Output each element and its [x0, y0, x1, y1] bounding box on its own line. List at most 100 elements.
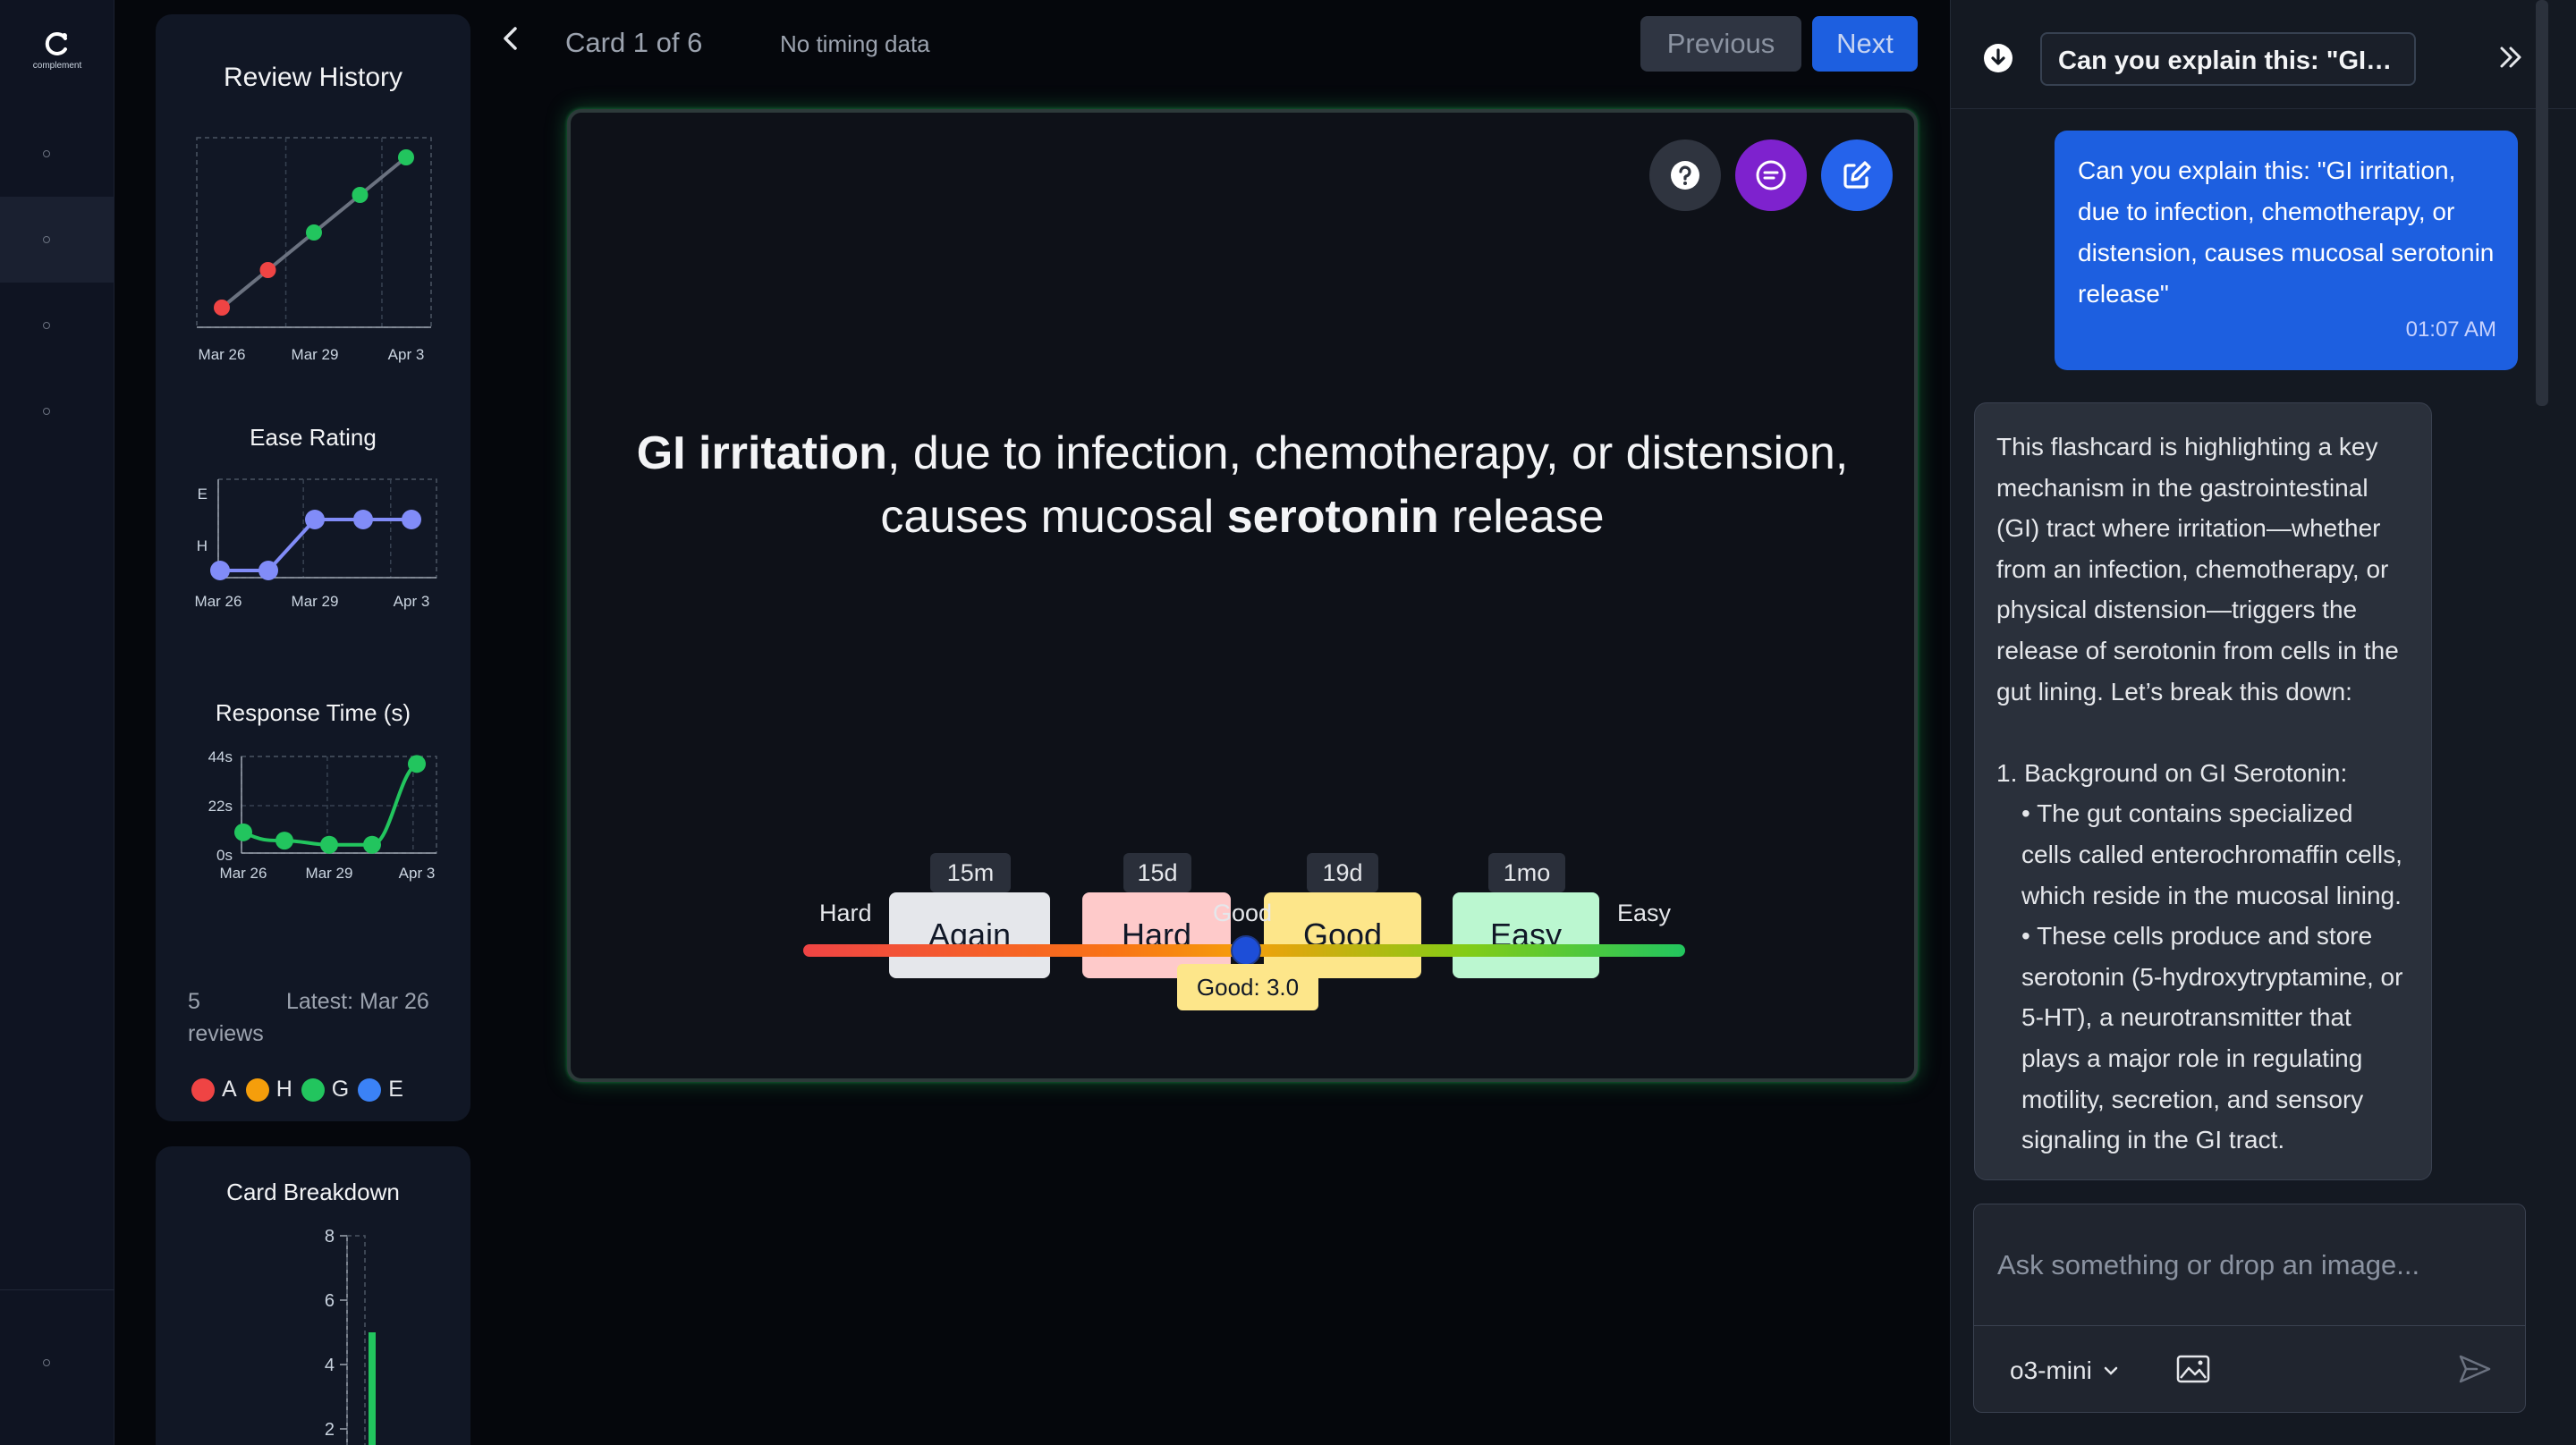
legend-label-g: G: [331, 1077, 350, 1102]
y-tick-label: 0s: [216, 847, 233, 864]
chevrons-right-icon: [2500, 46, 2521, 68]
latest-review: Latest: Mar 26: [286, 989, 429, 1014]
flashcard: GI irritation, due to infection, chemoth…: [567, 109, 1918, 1082]
again-button[interactable]: Again: [889, 892, 1050, 978]
again-interval: 15m: [930, 853, 1011, 892]
x-tick-label: Apr 3: [388, 346, 425, 363]
legend-swatch-a: [191, 1077, 215, 1102]
data-point: [402, 510, 421, 529]
chat-header: Can you explain this: "GI irri...: [1951, 0, 2576, 109]
response-time-chart: 44s 22s 0sMar 26 Mar 29 Apr 3: [208, 748, 437, 882]
card-breakdown-title: Card Breakdown: [226, 1179, 400, 1205]
rail-nav-item-4[interactable]: [43, 408, 50, 415]
collapse-panel-button[interactable]: [2495, 41, 2527, 73]
ease-slider-value: Good: 3.0: [1177, 964, 1318, 1010]
app-rail: complement: [0, 0, 114, 1445]
rail-nav-item-1[interactable]: [43, 150, 50, 157]
card-breakdown-panel: Card Breakdown 8 6 4 2: [156, 1146, 470, 1445]
brand-name: complement: [32, 61, 82, 71]
help-button[interactable]: [1649, 139, 1721, 211]
logo-icon: [45, 32, 67, 55]
data-point: [210, 561, 230, 580]
chat-scrollbar[interactable]: [2536, 0, 2548, 406]
card-front-text-2: release: [1438, 491, 1605, 543]
data-point: [306, 224, 322, 241]
chevron-left-icon: [504, 27, 517, 50]
timing-status: No timing data: [780, 30, 930, 57]
x-tick-label: Apr 3: [399, 865, 436, 882]
edit-card-button[interactable]: [1821, 139, 1893, 211]
assistant-message: This flashcard is highlighting a key mec…: [1974, 402, 2432, 1180]
rail-active-highlight: [0, 197, 114, 283]
easy-button[interactable]: Easy: [1453, 892, 1599, 978]
download-button[interactable]: [1983, 43, 2013, 73]
previous-button[interactable]: Previous: [1640, 16, 1801, 72]
chat-input[interactable]: [1974, 1204, 2525, 1326]
assistant-bullet-2: • These cells produce and store serotoni…: [2021, 922, 2403, 1154]
model-name: o3-mini: [2010, 1356, 2092, 1384]
assistant-heading: 1. Background on GI Serotonin:: [1996, 758, 2348, 787]
legend-label-h: H: [275, 1077, 292, 1102]
y-tick-label: 8: [325, 1227, 335, 1246]
ease-rating-chart: E H Mar 26 Mar 29 Apr 3: [195, 478, 437, 610]
reviews-count: 5 reviews: [188, 989, 264, 1046]
back-button[interactable]: [497, 23, 524, 55]
card-front-bold-2: serotonin: [1226, 491, 1439, 543]
x-tick-label: Mar 29: [292, 593, 339, 610]
x-tick-label: Mar 26: [195, 593, 242, 610]
next-button[interactable]: Next: [1812, 16, 1918, 72]
x-tick-label: Mar 29: [292, 346, 339, 363]
rail-nav-item-2[interactable]: [43, 236, 50, 243]
image-icon: [2176, 1355, 2210, 1383]
response-time-title: Response Time (s): [215, 699, 411, 726]
hard-interval: 15d: [1123, 853, 1191, 892]
legend-swatch-g: [301, 1077, 325, 1102]
data-point: [320, 835, 338, 854]
legend-swatch-h: [245, 1077, 269, 1102]
good-interval: 19d: [1307, 853, 1378, 892]
chevron-down-icon: [2104, 1366, 2118, 1375]
user-message: Can you explain this: "GI irritation, du…: [2055, 131, 2518, 370]
slider-label-hard: Hard: [819, 900, 872, 926]
data-point: [352, 187, 369, 203]
review-stats-panel: Review History Mar 26 Mar 29 Apr 3 Ease Ra…: [156, 14, 470, 1121]
ease-slider-thumb[interactable]: [1231, 935, 1261, 966]
review-history-title: Review History: [223, 63, 403, 92]
data-point: [353, 510, 373, 529]
rail-nav-item-3[interactable]: [43, 322, 50, 329]
send-button[interactable]: [2457, 1353, 2493, 1385]
attach-image-button[interactable]: [2176, 1355, 2210, 1383]
x-tick-label: Mar 29: [306, 865, 353, 882]
rail-nav-settings[interactable]: [43, 1359, 50, 1366]
slider-label-easy: Easy: [1617, 900, 1672, 926]
chat-about-card-button[interactable]: [1735, 139, 1807, 211]
y-tick-label: 44s: [208, 748, 233, 765]
data-point: [408, 755, 426, 773]
y-tick-label: 2: [325, 1420, 335, 1440]
data-point: [363, 835, 381, 854]
user-message-time: 01:07 AM: [2405, 317, 2496, 342]
app-logo[interactable]: complement: [27, 30, 88, 71]
data-point: [234, 823, 252, 841]
card-front-bold-1: GI irritation: [636, 427, 887, 479]
chat-bubble-icon: [1756, 160, 1786, 190]
chat-title[interactable]: Can you explain this: "GI irri...: [2040, 32, 2416, 86]
card-counter: Card 1 of 6: [565, 27, 703, 58]
y-tick-label: E: [198, 486, 208, 503]
y-tick-label: 22s: [208, 798, 233, 815]
review-history-chart: Mar 26 Mar 29 Apr 3: [196, 137, 432, 363]
y-tick-label: H: [197, 537, 208, 554]
series-line: [242, 762, 419, 847]
legend-swatch-e: [358, 1077, 382, 1102]
download-icon: [1984, 44, 2012, 72]
plot-frame: [217, 478, 437, 579]
card-front-text: GI irritation, due to infection, chemoth…: [624, 422, 1860, 549]
plot-frame: [346, 1235, 366, 1445]
x-tick-label: Mar 26: [199, 346, 246, 363]
data-point: [305, 510, 325, 529]
model-selector[interactable]: o3-mini: [2010, 1356, 2121, 1385]
bar: [369, 1332, 376, 1445]
rating-legend: AHGE: [191, 1077, 412, 1103]
y-tick-label: 6: [325, 1291, 335, 1311]
assistant-bullet-1: • The gut contains specialized cells cal…: [2021, 799, 2402, 909]
